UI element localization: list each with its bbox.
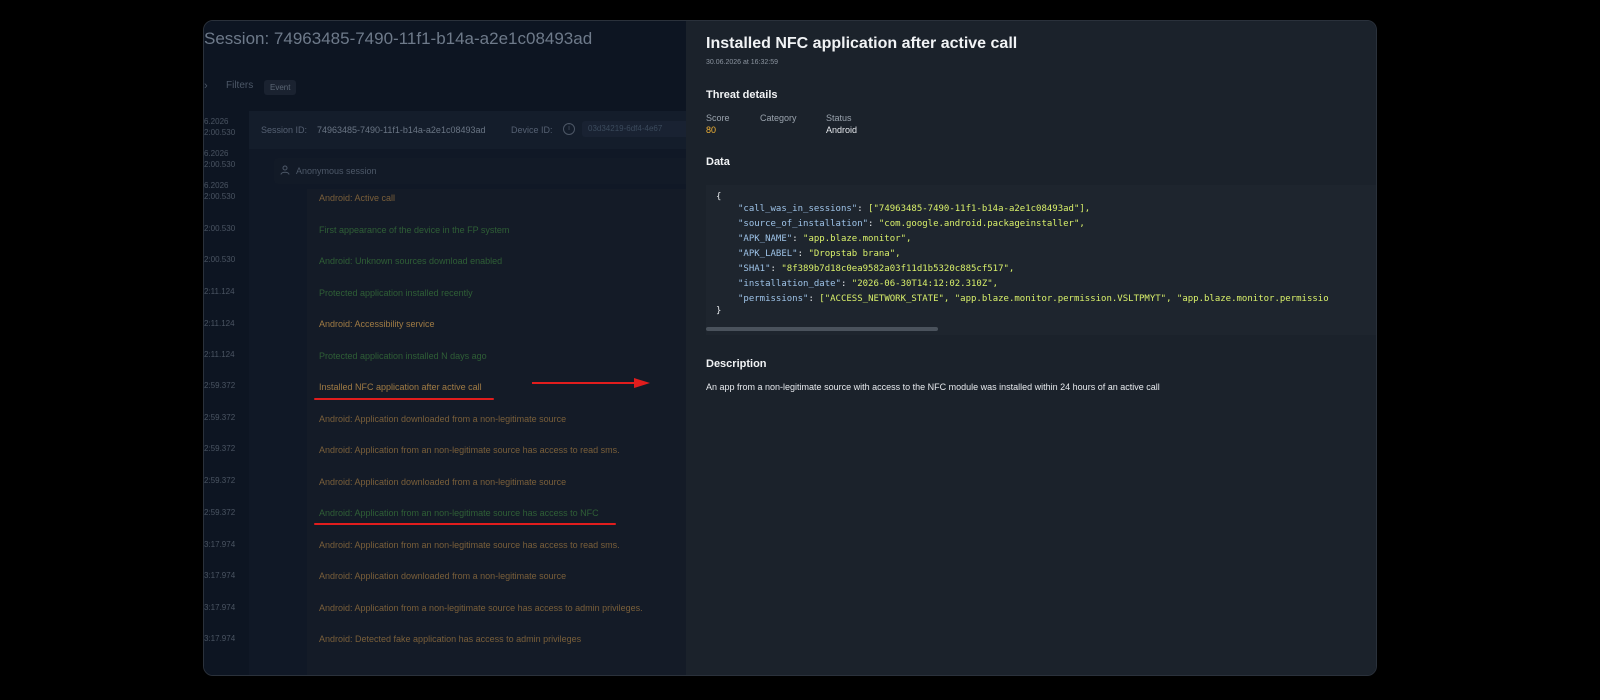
description-heading: Description (706, 358, 767, 370)
event-timestamp: 2:11.124 (204, 350, 235, 359)
code-horizontal-scrollbar[interactable] (706, 327, 938, 331)
code-value: "com.google.android.packageinstaller", (878, 219, 1085, 229)
device-id-value[interactable]: 03d34219-6df4-4e67 (582, 121, 686, 137)
red-arrow-annotation (532, 378, 650, 388)
event-timestamp: 3:17.974 (204, 603, 236, 612)
info-icon[interactable]: i (563, 123, 575, 135)
event-timestamp: 2:00.530 (204, 160, 236, 169)
threat-detail-panel: Installed NFC application after active c… (686, 21, 1376, 675)
event-item[interactable]: Android: Active call (319, 192, 395, 204)
event-timestamp: 2:00.530 (204, 128, 236, 137)
code-line: "permissions": ["ACCESS_NETWORK_STATE", … (738, 293, 1329, 305)
event-timestamp: 2:59.372 (204, 413, 236, 422)
user-icon (280, 165, 290, 175)
event-timestamp: 2:00.530 (204, 192, 236, 201)
event-timestamp: 3:17.974 (204, 634, 236, 643)
threat-details-heading: Threat details (706, 89, 778, 101)
code-line: "source_of_installation": "com.google.an… (738, 218, 1085, 230)
event-timestamp: 2:59.372 (204, 381, 236, 390)
code-key: "APK_NAME" (738, 234, 793, 244)
code-line: "call_was_in_sessions": ["74963485-7490-… (738, 203, 1090, 215)
detail-title: Installed NFC application after active c… (706, 35, 1018, 52)
detail-date: 30.06.2026 at 16:32:59 (706, 59, 779, 66)
event-timestamp: 2:59.372 (204, 508, 236, 517)
code-open-brace: { (716, 192, 722, 202)
code-key: "APK_LABEL" (738, 249, 798, 259)
session-info-bar: Session ID: 74963485-7490-11f1-b14a-a2e1… (249, 111, 686, 149)
event-item[interactable]: Installed NFC application after active c… (319, 381, 482, 393)
session-id-label: Session ID: (261, 125, 308, 135)
category-label: Category (760, 113, 797, 123)
code-value: ["ACCESS_NETWORK_STATE", "app.blaze.moni… (819, 294, 1329, 304)
device-id-label: Device ID: (511, 125, 553, 135)
code-colon: : (770, 264, 782, 274)
highlight-underline-nfc-access (314, 523, 616, 525)
code-value: ["74963485-7490-11f1-b14a-a2e1c08493ad"]… (868, 204, 1091, 214)
event-timestamp: 2:11.124 (204, 319, 235, 328)
code-key: "installation_date" (738, 279, 841, 289)
code-colon: : (868, 219, 879, 229)
code-line: "SHA1": "8f389b7d18c0ea9582a03f11d1b5320… (738, 263, 1014, 275)
description-text: An app from a non-legitimate source with… (706, 382, 1160, 392)
filters-label: Filters (226, 80, 254, 91)
event-timestamp: 3:17.974 (204, 571, 236, 580)
code-key: "call_was_in_sessions" (738, 204, 858, 214)
event-item[interactable]: Protected application installed N days a… (319, 350, 487, 362)
event-timestamp: 6.2026 (204, 149, 229, 158)
event-timestamp: 2:11.124 (204, 287, 235, 296)
app-window: Session: 74963485-7490-11f1-b14a-a2e1c08… (203, 20, 1377, 676)
session-title: Session: 74963485-7490-11f1-b14a-a2e1c08… (204, 29, 593, 48)
event-item[interactable]: Android: Application from an non-legitim… (319, 539, 620, 551)
event-item[interactable]: Android: Accessibility service (319, 318, 435, 330)
session-panel: Session: 74963485-7490-11f1-b14a-a2e1c08… (204, 21, 686, 675)
event-timestamp: 2:59.372 (204, 444, 236, 453)
anonymous-session-label: Anonymous session (296, 166, 377, 176)
score-label: Score (706, 113, 730, 123)
data-code-block[interactable]: { "call_was_in_sessions": ["74963485-749… (706, 185, 1376, 335)
code-line: "APK_NAME": "app.blaze.monitor", (738, 233, 911, 245)
code-colon: : (840, 279, 852, 289)
back-chevron-icon[interactable]: › (204, 80, 208, 92)
event-timestamp: 2:00.530 (204, 255, 236, 264)
code-colon: : (792, 234, 804, 244)
event-timestamp: 2:00.530 (204, 224, 236, 233)
event-timestamp: 3:17.974 (204, 540, 236, 549)
code-line: "installation_date": "2026-06-30T14:12:0… (738, 278, 998, 290)
highlight-underline-nfc-call (314, 398, 494, 400)
event-item[interactable]: Android: Application downloaded from a n… (319, 476, 566, 488)
event-item[interactable]: Protected application installed recently (319, 287, 473, 299)
code-colon: : (808, 294, 820, 304)
event-item[interactable]: First appearance of the device in the FP… (319, 224, 509, 236)
data-heading: Data (706, 156, 730, 168)
event-item[interactable]: Android: Unknown sources download enable… (319, 255, 502, 267)
event-timestamp: 6.2026 (204, 181, 229, 190)
event-timestamp: 6.2026 (204, 117, 229, 126)
event-item[interactable]: Android: Application downloaded from a n… (319, 413, 566, 425)
code-key: "source_of_installation" (738, 219, 869, 229)
session-event-list: Session ID: 74963485-7490-11f1-b14a-a2e1… (249, 111, 686, 675)
event-item[interactable]: Android: Detected fake application has a… (319, 633, 581, 645)
code-line: "APK_LABEL": "Dropstab brana", (738, 248, 901, 260)
status-label: Status (826, 113, 852, 123)
session-id-value: 74963485-7490-11f1-b14a-a2e1c08493ad (317, 125, 486, 135)
code-value: "app.blaze.monitor", (803, 234, 912, 244)
code-value: "8f389b7d18c0ea9582a03f11d1b5320c885cf51… (781, 264, 1015, 274)
status-value: Android (826, 125, 858, 135)
event-item[interactable]: Android: Application from a non-legitima… (319, 602, 643, 614)
code-colon: : (857, 204, 869, 214)
event-timestamp: 2:59.372 (204, 476, 236, 485)
code-value: "Dropstab brana", (808, 249, 901, 259)
code-close-brace: } (716, 306, 722, 316)
code-key: "permissions" (738, 294, 809, 304)
code-key: "SHA1" (738, 264, 771, 274)
event-item[interactable]: Android: Application from an non-legitim… (319, 507, 599, 519)
code-value: "2026-06-30T14:12:02.310Z", (851, 279, 999, 289)
event-item[interactable]: Android: Application downloaded from a n… (319, 570, 566, 582)
score-value: 80 (706, 125, 717, 135)
event-item[interactable]: Android: Application from an non-legitim… (319, 444, 620, 456)
filter-chip-event[interactable]: Event (264, 80, 297, 95)
anonymous-session-row[interactable]: Anonymous session (274, 158, 686, 184)
code-colon: : (797, 249, 809, 259)
